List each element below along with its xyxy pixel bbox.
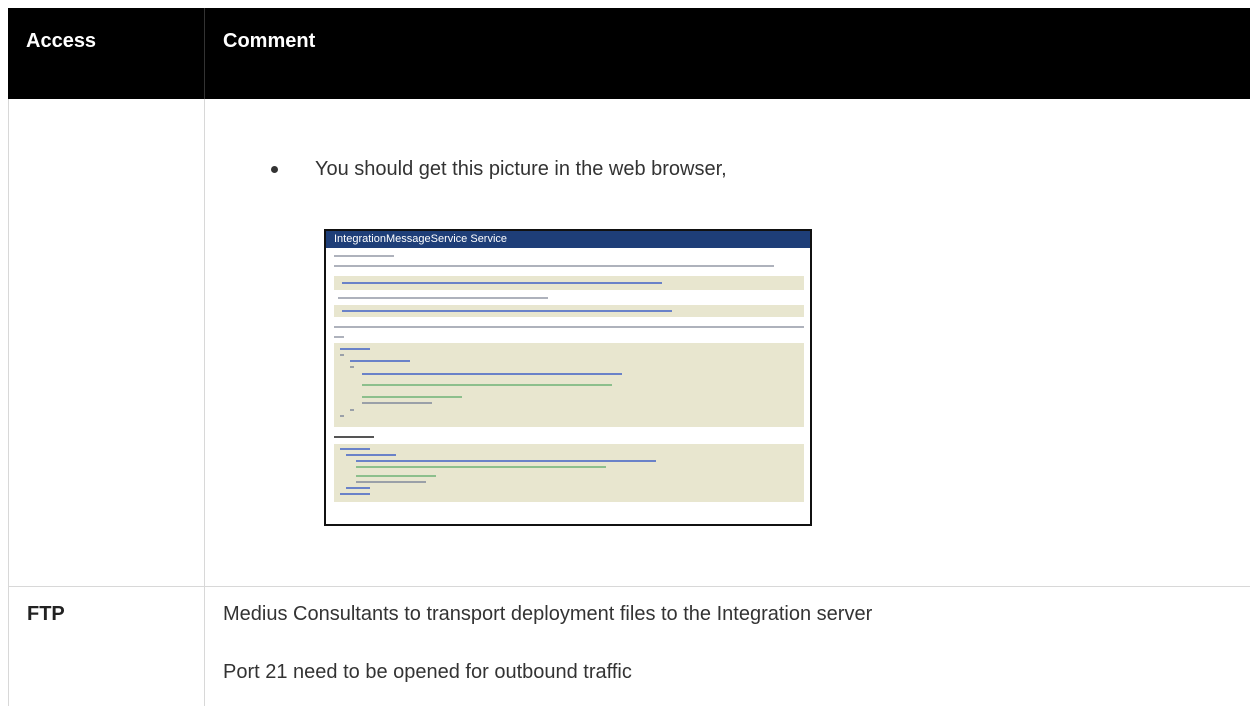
- header-access: Access: [8, 8, 205, 99]
- screenshot-text-line: [334, 326, 804, 328]
- screenshot-code-line: [362, 373, 622, 375]
- screenshot-text-line: [334, 336, 344, 338]
- access-cell: FTP: [8, 587, 205, 706]
- screenshot-text-line: [334, 436, 374, 438]
- screenshot-code-box: [334, 305, 804, 317]
- screenshot-code-line: [350, 366, 354, 368]
- screenshot-code-line: [362, 396, 462, 398]
- screenshot-code-line: [340, 448, 370, 450]
- screenshot-code-line: [362, 402, 432, 404]
- bullet-item: You should get this picture in the web b…: [271, 158, 727, 181]
- header-comment: Comment: [223, 30, 316, 52]
- screenshot-code-box: [334, 444, 804, 502]
- screenshot-code-line: [340, 493, 370, 495]
- comment-cell: Medius Consultants to transport deployme…: [205, 587, 1250, 706]
- access-cell: [8, 99, 205, 586]
- screenshot-code-line: [340, 415, 344, 417]
- screenshot-code-line: [350, 409, 354, 411]
- bullet-text: You should get this picture in the web b…: [315, 158, 727, 180]
- screenshot-code-line: [350, 360, 410, 362]
- screenshot-code-line: [346, 454, 396, 456]
- table-row: FTP Medius Consultants to transport depl…: [8, 587, 1250, 706]
- comment-cell: You should get this picture in the web b…: [205, 99, 1250, 586]
- screenshot-code-line: [356, 466, 606, 468]
- screenshot-code-box: [334, 276, 804, 290]
- screenshot-code-line: [362, 384, 612, 386]
- screenshot-text-line: [338, 297, 548, 299]
- browser-screenshot-image: IntegrationMessageService Service: [324, 229, 812, 526]
- screenshot-title: IntegrationMessageService Service: [326, 231, 810, 248]
- comment-line: Port 21 need to be opened for outbound t…: [223, 661, 632, 683]
- table-row: You should get this picture in the web b…: [8, 99, 1250, 587]
- screenshot-code-line: [346, 487, 370, 489]
- screenshot-code-box: [334, 343, 804, 427]
- screenshot-code-line: [342, 310, 672, 312]
- screenshot-code-line: [342, 282, 662, 284]
- screenshot-text-line: [334, 255, 394, 257]
- screenshot-code-line: [356, 481, 426, 483]
- access-table: Access Comment You should get this pictu…: [8, 8, 1250, 706]
- screenshot-text-line: [334, 265, 774, 267]
- screenshot-code-line: [356, 460, 656, 462]
- table-header-row: Access Comment: [8, 8, 1250, 99]
- bullet-icon: [271, 166, 278, 173]
- comment-line: Medius Consultants to transport deployme…: [223, 603, 873, 625]
- screenshot-code-line: [340, 354, 344, 356]
- screenshot-code-line: [340, 348, 370, 350]
- screenshot-code-line: [356, 475, 436, 477]
